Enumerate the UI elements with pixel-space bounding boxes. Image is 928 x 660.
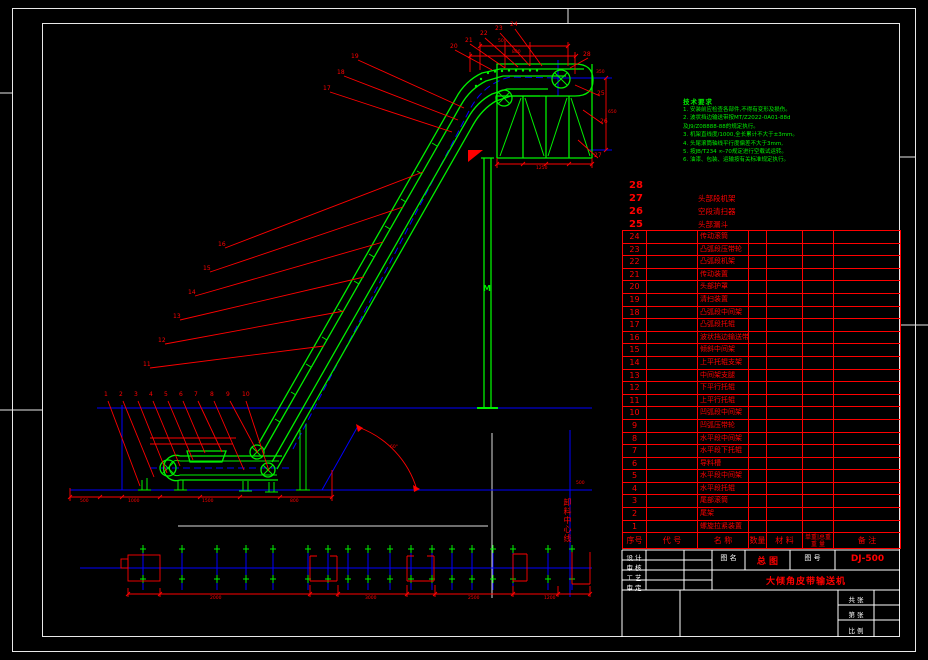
dimension-label: 500 xyxy=(576,481,585,486)
drawing-sheet: 技术要求 1. 安装前应检查各部件,不得有变形及损伤。 2. 波状挡边输送带按MT… xyxy=(0,0,928,660)
dimension-label: 3000 xyxy=(365,596,377,601)
dimension-label: 800 xyxy=(512,50,521,55)
dimension-label: 500 xyxy=(80,499,89,504)
dimension-label: 2500 xyxy=(468,596,480,601)
dimension-labels: 500 1000 1500 800 2000 3000 2500 1200 500 800 350 6… xyxy=(0,0,928,660)
dimension-label: 650 xyxy=(608,110,617,115)
dimension-label: 500 xyxy=(498,39,507,44)
dimension-label: 1200 xyxy=(544,596,556,601)
dimension-label: 1000 xyxy=(128,499,140,504)
dimension-label: 1250 xyxy=(536,166,548,171)
dimension-label: 800 xyxy=(290,499,299,504)
dimension-label: 60° xyxy=(390,445,398,450)
dimension-label: 350 xyxy=(596,70,605,75)
dimension-label: 1500 xyxy=(202,499,214,504)
dimension-label: 2000 xyxy=(210,596,222,601)
